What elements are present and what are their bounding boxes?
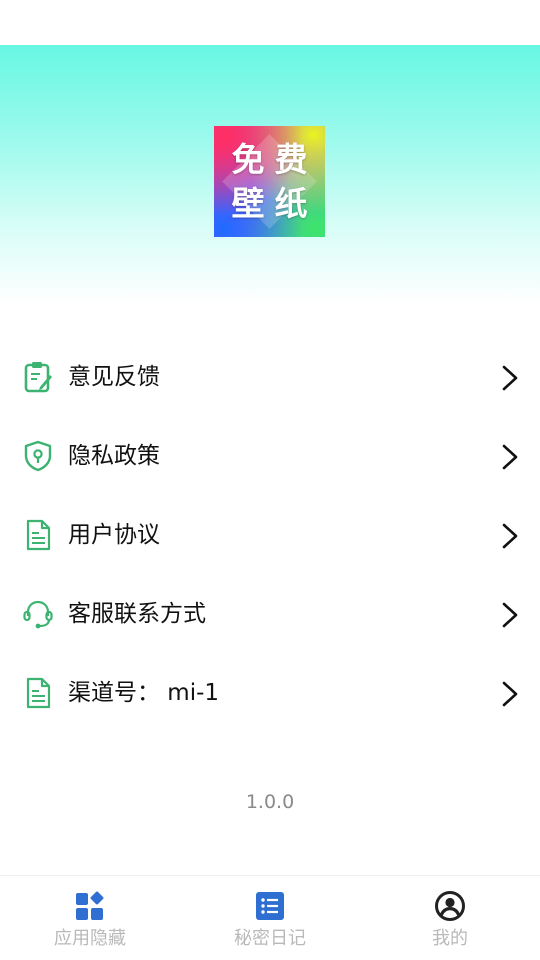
tab-mine[interactable]: 我的 bbox=[360, 876, 540, 960]
menu-item-user-agreement[interactable]: 用户协议 bbox=[0, 496, 540, 575]
mine-screen: 免 费 壁 纸 意见反馈 隐私政策 用户协议 客服联系方式 渠道号： mi-1 … bbox=[0, 0, 540, 960]
menu-item-label: 渠道号： mi-1 bbox=[68, 680, 220, 706]
chevron-right-icon bbox=[502, 444, 518, 470]
tab-label: 应用隐藏 bbox=[54, 928, 126, 949]
user-agreement-document-icon bbox=[26, 519, 51, 551]
diary-list-icon bbox=[256, 892, 284, 920]
menu-item-feedback[interactable]: 意见反馈 bbox=[0, 338, 540, 417]
logo-char: 免 bbox=[231, 140, 265, 179]
menu-item-label: 客服联系方式 bbox=[68, 601, 206, 627]
tab-app-hide[interactable]: 应用隐藏 bbox=[0, 876, 180, 960]
bottom-tab-bar: 应用隐藏 秘密日记 我的 bbox=[0, 875, 540, 960]
menu-item-label: 隐私政策 bbox=[68, 443, 160, 469]
chevron-right-icon bbox=[502, 523, 518, 549]
chevron-right-icon bbox=[502, 365, 518, 391]
chevron-right-icon bbox=[502, 602, 518, 628]
tab-secret-diary[interactable]: 秘密日记 bbox=[180, 876, 360, 960]
status-bar bbox=[0, 0, 540, 45]
feedback-clipboard-icon bbox=[24, 362, 52, 393]
profile-icon bbox=[435, 891, 465, 921]
chevron-right-icon bbox=[502, 681, 518, 707]
menu-item-privacy-policy[interactable]: 隐私政策 bbox=[0, 417, 540, 496]
apps-grid-icon bbox=[76, 891, 104, 920]
app-logo: 免 费 壁 纸 bbox=[214, 126, 325, 237]
logo-char: 费 bbox=[274, 140, 308, 179]
menu-item-label: 用户协议 bbox=[68, 522, 160, 548]
settings-menu: 意见反馈 隐私政策 用户协议 客服联系方式 渠道号： mi-1 bbox=[0, 338, 540, 733]
tab-label: 我的 bbox=[432, 928, 468, 949]
menu-item-channel[interactable]: 渠道号： mi-1 bbox=[0, 654, 540, 733]
menu-item-customer-service[interactable]: 客服联系方式 bbox=[0, 575, 540, 654]
tab-label: 秘密日记 bbox=[234, 928, 306, 949]
menu-item-label: 意见反馈 bbox=[68, 364, 160, 390]
channel-document-icon bbox=[26, 677, 51, 709]
privacy-shield-icon bbox=[24, 440, 52, 472]
logo-char: 壁 bbox=[231, 184, 265, 223]
logo-char: 纸 bbox=[274, 184, 308, 223]
customer-service-headset-icon bbox=[23, 600, 53, 629]
app-version: 1.0.0 bbox=[245, 791, 295, 813]
